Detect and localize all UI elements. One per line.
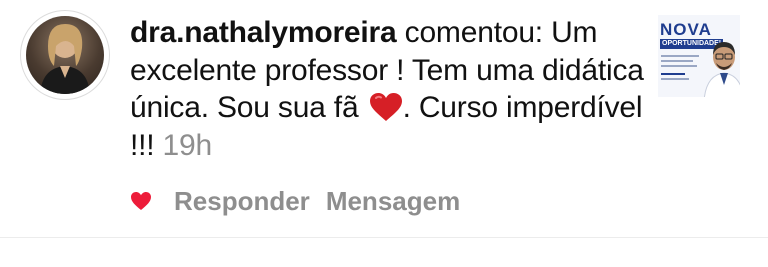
thumbnail-text-lines <box>661 55 701 83</box>
avatar[interactable] <box>26 16 104 94</box>
comment-text: dra.nathalymoreira comentou: Um excelent… <box>130 14 650 164</box>
thumbnail-person-image <box>703 42 740 97</box>
divider <box>0 237 768 238</box>
reply-button[interactable]: Responder <box>174 186 310 217</box>
message-button[interactable]: Mensagem <box>326 186 460 217</box>
avatar-portrait-image <box>40 24 90 94</box>
red-heart-emoji-icon <box>369 93 402 121</box>
comment-actions: Responder Mensagem <box>130 184 476 218</box>
comment-username[interactable]: dra.nathalymoreira <box>130 16 397 49</box>
comment-timestamp[interactable]: 19h <box>163 129 213 162</box>
avatar-ring[interactable] <box>20 10 110 100</box>
heart-icon[interactable] <box>130 191 152 211</box>
post-thumbnail[interactable]: NOVA OPORTUNIDADE! <box>658 15 740 97</box>
